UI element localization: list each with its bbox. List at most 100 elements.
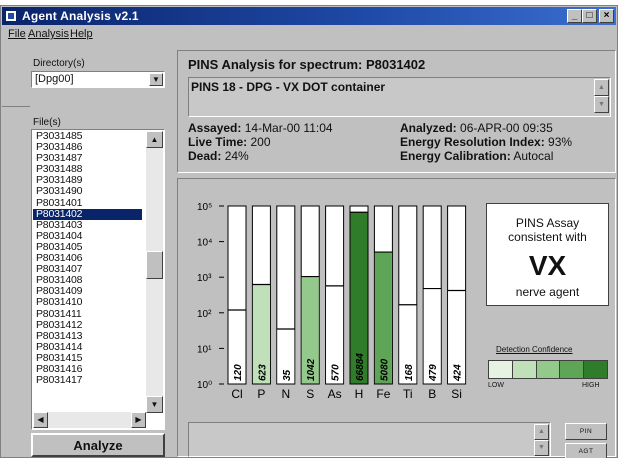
bar-value-label: 424 [453,364,464,382]
agt-button[interactable]: AGT [565,443,607,458]
description-scrollbar[interactable]: ▲ ▼ [594,79,609,115]
category-label: Fe [376,387,390,401]
eri-value: 93% [548,135,573,149]
confidence-low-label: LOW [488,382,504,389]
divider [2,106,30,107]
message-box[interactable]: ▲ ▼ [188,422,551,457]
scroll-down-icon[interactable]: ▼ [146,396,163,413]
file-items: P3031485 P3031486 P3031487 P3031488 P3031489… [33,130,142,386]
close-button[interactable]: × [599,9,614,23]
scroll-thumb[interactable] [146,251,163,280]
bar-value-label: 479 [428,364,439,382]
file-list-item[interactable]: P8031410 [33,297,142,308]
confidence-swatch [584,361,607,378]
window-title: Agent Analysis v2.1 [22,9,139,23]
vertical-scrollbar[interactable]: ▲ ▼ [146,131,163,413]
y-tick-label: 10¹ [197,344,212,355]
y-tick-label: 10³ [197,273,212,284]
category-label: B [428,387,436,401]
calibration-label: Energy Calibration: [400,149,511,163]
category-label: Cl [231,387,242,401]
menu-file[interactable]: File [8,28,26,40]
scroll-down-icon[interactable]: ▼ [534,440,549,456]
eri-row: Energy Resolution Index: 93% [400,135,572,149]
eri-label: Energy Resolution Index: [400,135,545,149]
assay-line3: nerve agent [515,285,580,299]
spectrum-description[interactable]: PINS 18 - DPG - VX DOT container ▲ ▼ [188,77,611,117]
bar-value-label: 5080 [379,358,390,381]
maximize-button[interactable]: □ [582,9,597,23]
menu-help[interactable]: Help [70,28,93,40]
file-list-item[interactable]: P3031490 [33,186,142,197]
pin-button[interactable]: PIN [565,423,607,440]
confidence-swatch [489,361,513,378]
bar-value-label: 570 [331,364,342,381]
confidence-high-label: HIGH [582,382,600,389]
dead-value: 24% [224,149,249,163]
left-panel: Directory(s) [Dpg00] ▼ File(s) P3031485 P… [2,44,175,458]
category-label: S [306,387,314,401]
scroll-up-icon[interactable]: ▲ [594,79,609,96]
category-label: H [355,387,364,401]
live-time-label: Live Time: [188,135,248,149]
assayed-label: Assayed: [188,121,242,135]
file-list-item[interactable]: P8031401 [33,197,142,209]
description-text: PINS 18 - DPG - VX DOT container [191,80,386,94]
dropdown-arrow-icon[interactable]: ▼ [149,73,163,86]
message-scrollbar[interactable]: ▲ ▼ [534,424,549,456]
scroll-right-icon[interactable]: ▶ [131,412,146,428]
analyzed-value: 06-APR-00 09:35 [460,121,553,135]
bar-value-label: 66884 [355,353,366,381]
live-time-row: Live Time: 200 [188,135,271,149]
y-tick-label: 10² [197,309,212,320]
analyzed-row: Analyzed: 06-APR-00 09:35 [400,121,553,135]
element-bar-chart: 10⁰ 10¹ 10² 10³ 10⁴ 10⁵ 120 Cl 623 P 35 N 1042 S 570 As… [197,202,467,401]
spectrum-panel: PINS Analysis for spectrum: P8031402 PIN… [177,50,616,173]
directory-select[interactable]: [Dpg00] ▼ [31,71,165,88]
menu-analysis[interactable]: Analysis [28,28,69,40]
calibration-value: Autocal [513,149,554,163]
chart-panel: 10⁰ 10¹ 10² 10³ 10⁴ 10⁵ 120 Cl 623 P 35 N 1042 S 570 As… [177,178,616,458]
dead-label: Dead: [188,149,222,163]
assayed-value: 14-Mar-00 11:04 [244,121,333,135]
analyze-button[interactable]: Analyze [31,433,165,457]
confidence-scale [488,360,608,379]
bar-value-label: 120 [233,364,244,381]
dead-row: Dead: 24% [188,149,249,163]
confidence-title: Detection Confidence [496,345,573,354]
minimize-button[interactable]: _ [567,9,582,23]
app-icon [5,10,17,22]
scroll-down-icon[interactable]: ▼ [594,96,609,113]
category-label: P [257,387,265,401]
spectrum-title: PINS Analysis for spectrum: P8031402 [188,57,426,72]
assayed-row: Assayed: 14-Mar-00 11:04 [188,121,333,135]
scroll-left-icon[interactable]: ◀ [33,412,48,428]
file-list[interactable]: P3031485 P3031486 P3031487 P3031488 P3031489… [31,129,165,430]
assay-line1: PINS Assay [515,216,580,230]
background-margin [620,0,629,458]
menu-bar: File Analysis Help [2,26,616,44]
y-tick-label: 10⁴ [197,238,212,249]
bar-value-label: 35 [282,369,293,381]
category-label: Ti [403,387,413,401]
category-label: N [281,387,290,401]
category-label: Si [451,387,462,401]
horizontal-scrollbar[interactable]: ◀ ▶ [33,412,146,428]
calibration-row: Energy Calibration: Autocal [400,149,553,163]
category-label: As [328,387,342,401]
scroll-up-icon[interactable]: ▲ [146,131,163,148]
file-list-item[interactable]: P8031411 [33,308,142,320]
file-list-item[interactable]: P8031417 [33,375,142,386]
bar-value-label: 623 [257,364,268,381]
confidence-swatch [560,361,585,378]
y-tick-label: 10⁰ [197,380,212,391]
live-time-value: 200 [250,135,271,149]
directory-value: [Dpg00] [35,73,74,85]
bar-value-label: 1042 [306,358,317,381]
analyzed-label: Analyzed: [400,121,457,135]
scroll-up-icon[interactable]: ▲ [534,424,549,440]
confidence-swatch [512,361,537,378]
directory-label: Directory(s) [33,58,85,69]
assay-result-box: PINS Assay consistent with VX nerve agen… [486,203,609,306]
bar-value-label: 168 [404,364,415,381]
